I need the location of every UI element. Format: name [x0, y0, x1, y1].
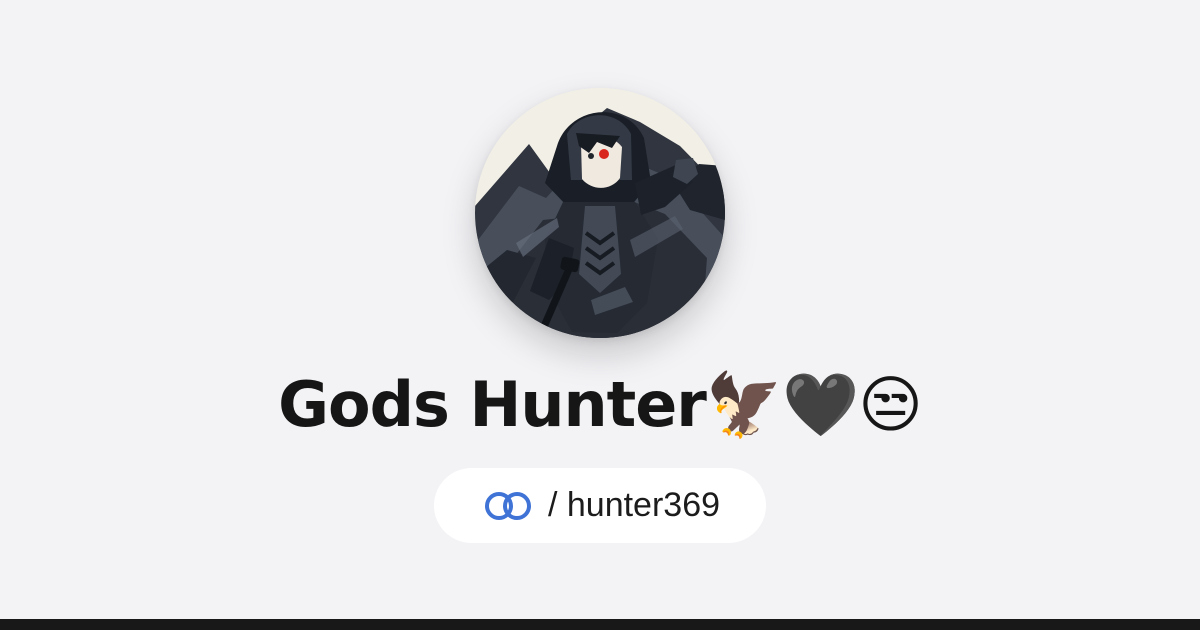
profile-avatar	[475, 88, 725, 338]
hooded-character-avatar-image	[475, 88, 725, 338]
linked-rings-logo-icon	[484, 491, 531, 520]
bottom-divider-bar	[0, 619, 1200, 630]
profile-display-name: Gods Hunter🦅🖤😒	[278, 368, 923, 441]
profile-handle-text: / hunter369	[547, 486, 721, 524]
profile-handle-link[interactable]: / hunter369	[434, 468, 766, 543]
